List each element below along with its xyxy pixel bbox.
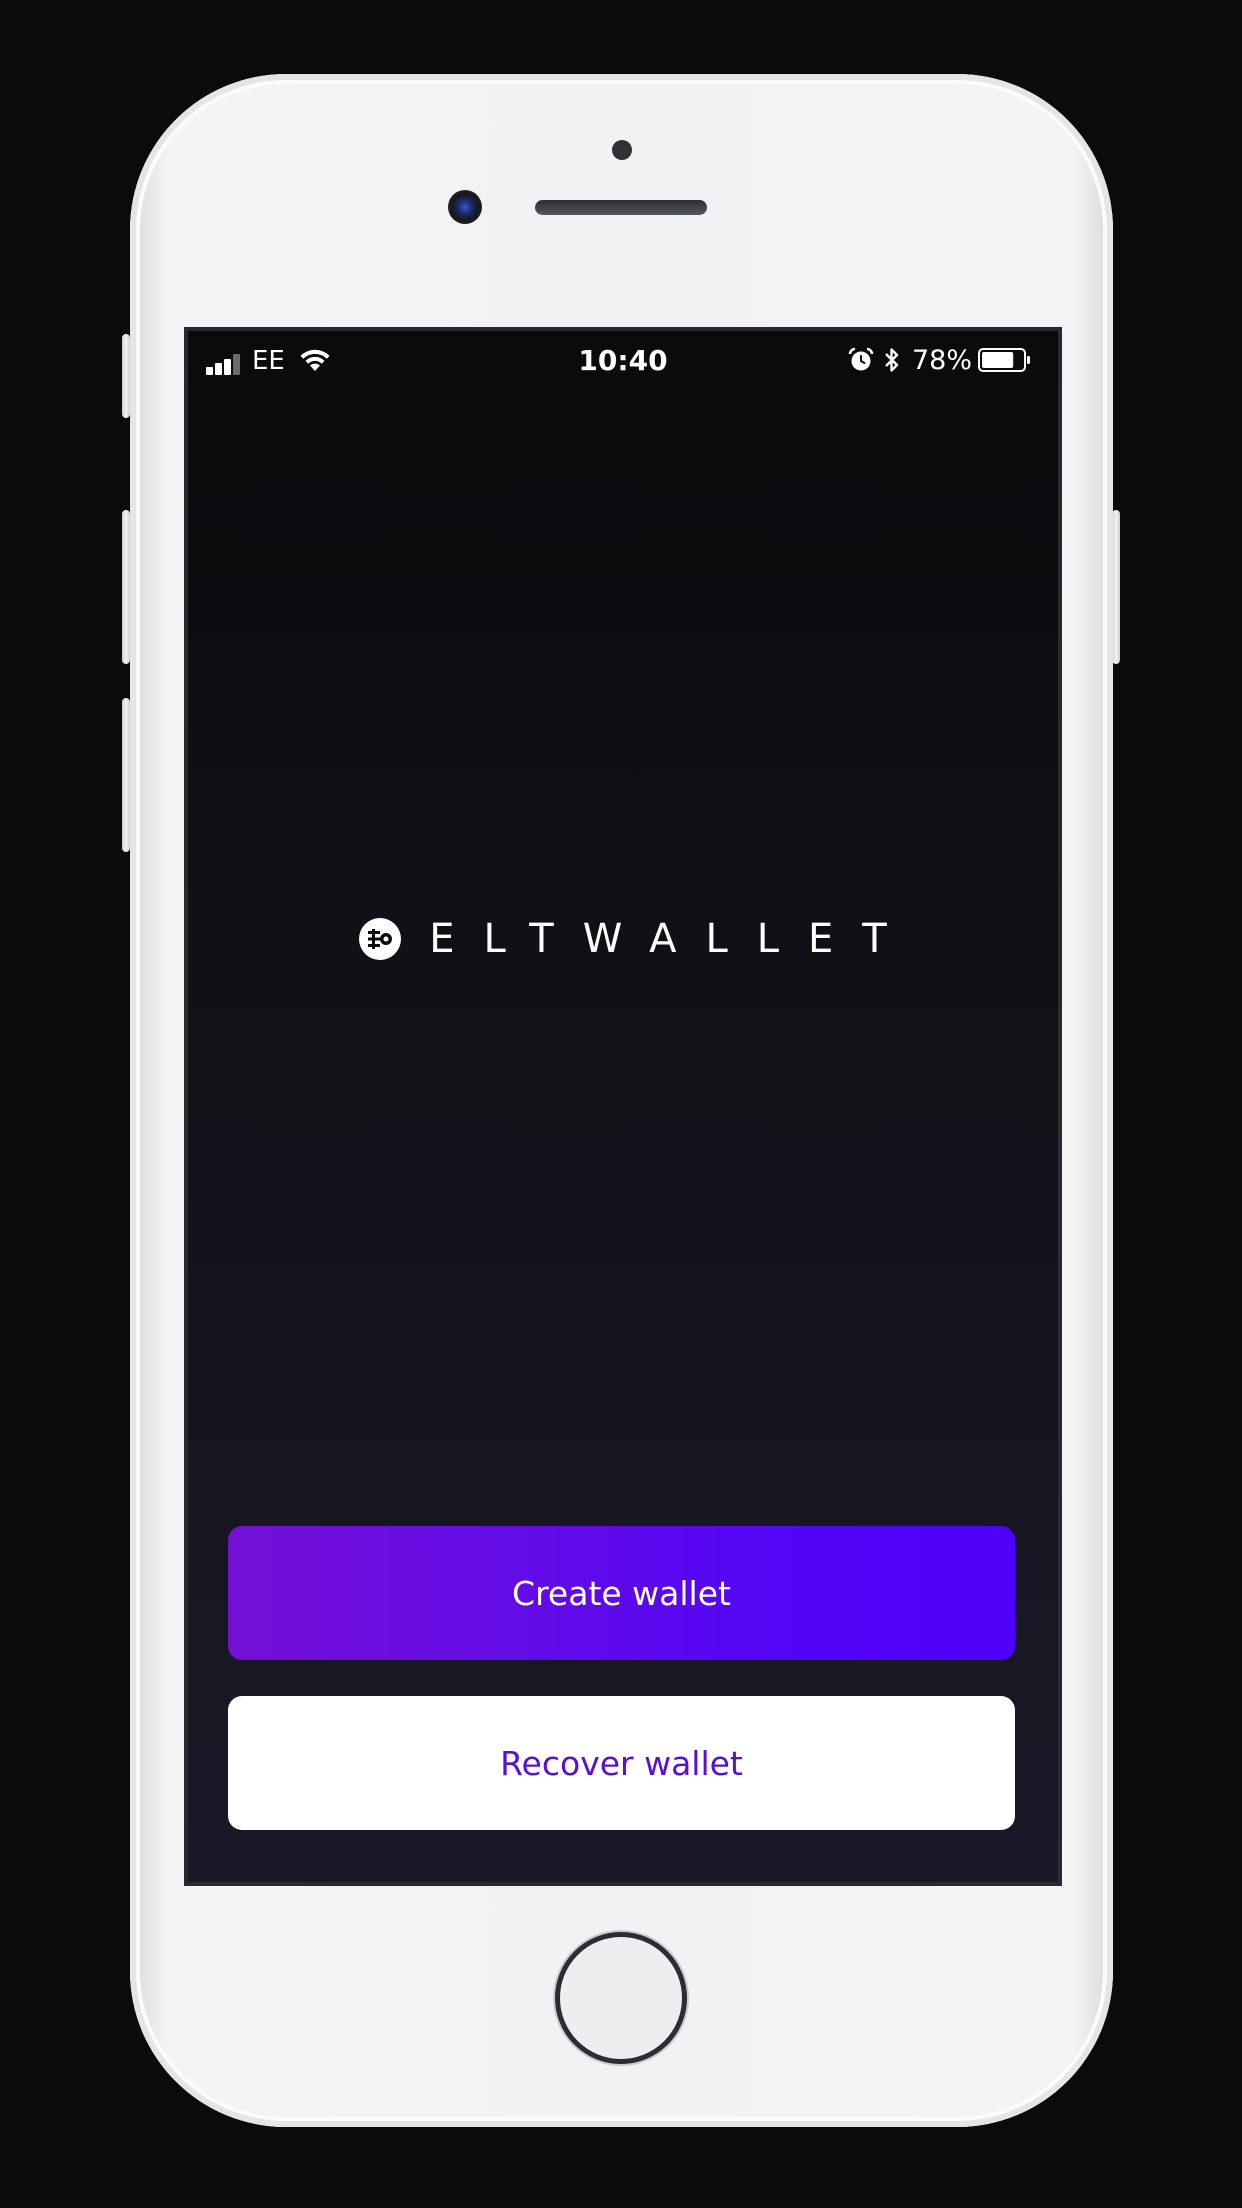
- eltwallet-logo-icon: [359, 918, 402, 960]
- battery-percentage: 78%: [912, 345, 973, 376]
- app-title: ELTWALLET: [429, 916, 916, 962]
- device-frame-stage: EE 10:40 78% ELTWALLET Create wallet Rec…: [0, 0, 1242, 2208]
- volume-down-button: [122, 698, 130, 852]
- mute-switch: [122, 334, 130, 418]
- brand-lockup: ELTWALLET: [188, 909, 1058, 969]
- bluetooth-icon: [885, 348, 899, 372]
- volume-up-button: [122, 510, 130, 664]
- proximity-sensor: [612, 140, 632, 160]
- home-button[interactable]: [555, 1932, 687, 2064]
- app-screen: EE 10:40 78% ELTWALLET Create wallet Rec…: [188, 331, 1058, 1882]
- earpiece-speaker: [535, 200, 707, 215]
- recover-wallet-button[interactable]: Recover wallet: [228, 1696, 1015, 1830]
- battery-icon: [978, 348, 1030, 372]
- front-camera-icon: [448, 190, 482, 224]
- create-wallet-button[interactable]: Create wallet: [228, 1526, 1015, 1660]
- alarm-icon: [848, 347, 874, 371]
- power-button: [1112, 510, 1120, 664]
- status-bar: EE 10:40 78%: [188, 331, 1058, 391]
